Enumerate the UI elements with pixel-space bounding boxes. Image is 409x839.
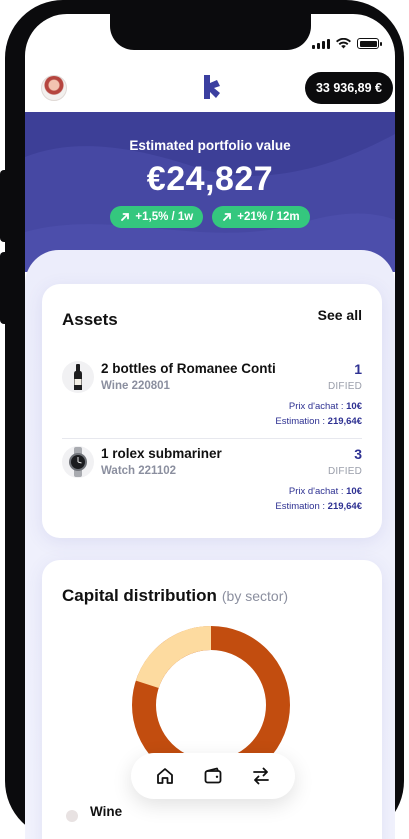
asset-row[interactable]: 1 rolex submariner Watch 221102 3 DIFIED… (62, 444, 362, 524)
brand-logo-icon (204, 75, 220, 99)
status-bar (312, 38, 382, 49)
legend-label: Wine (90, 804, 123, 819)
signal-icon (312, 38, 330, 49)
asset-unit: DIFIED (328, 381, 362, 392)
asset-name: 1 rolex submariner (101, 446, 222, 461)
top-bar: 33 936,89 € (25, 70, 395, 110)
bottom-navigation (131, 753, 295, 799)
asset-category: Wine 220801 (101, 380, 170, 392)
notch (110, 14, 311, 50)
asset-row[interactable]: 2 bottles of Romanee Conti Wine 220801 1… (62, 359, 362, 439)
performance-chips: +1,5% / 1w +21% / 12m (25, 206, 395, 228)
transfer-arrows-icon[interactable] (250, 765, 272, 787)
portfolio-hero: Estimated portfolio value €24,827 +1,5% … (25, 112, 395, 272)
divider (62, 438, 362, 439)
assets-title: Assets (62, 310, 118, 329)
asset-purchase-price: Prix d'achat : 10€ (288, 401, 362, 412)
chip-weekly-change: +1,5% / 1w (110, 206, 204, 228)
arrow-up-right-icon (121, 213, 130, 221)
volume-down-button (0, 252, 10, 324)
asset-quantity: 3 (354, 446, 362, 462)
wifi-icon (336, 38, 351, 49)
wine-bottle-icon (62, 361, 94, 393)
legend-swatch (66, 810, 78, 822)
asset-estimation: Estimation : 219,64€ (275, 416, 362, 427)
chip-label: +21% / 12m (237, 211, 300, 223)
asset-quantity: 1 (354, 361, 362, 377)
distribution-title: Capital distribution (by sector) (62, 586, 289, 605)
wallet-icon[interactable] (202, 765, 224, 787)
donut-segment-secondary (135, 626, 212, 689)
chip-yearly-change: +21% / 12m (212, 206, 310, 228)
asset-category: Watch 221102 (101, 465, 177, 477)
asset-unit: DIFIED (328, 466, 362, 477)
distribution-subtitle: (by sector) (221, 588, 289, 604)
asset-name: 2 bottles of Romanee Conti (101, 361, 276, 376)
watch-icon (62, 446, 94, 478)
assets-card: Assets See all 2 bottles of Romanee Cont… (42, 284, 382, 538)
home-icon[interactable] (154, 765, 176, 787)
arrow-up-right-icon (223, 213, 232, 221)
see-all-link[interactable]: See all (318, 307, 362, 323)
avatar[interactable] (41, 75, 67, 101)
portfolio-title: Estimated portfolio value (129, 138, 291, 153)
volume-up-button (0, 170, 10, 242)
asset-estimation: Estimation : 219,64€ (275, 501, 362, 512)
chip-label: +1,5% / 1w (135, 211, 194, 223)
portfolio-value: €24,827 (146, 160, 274, 198)
asset-purchase-price: Prix d'achat : 10€ (288, 486, 362, 497)
app-screen: 33 936,89 € Estimated portfolio value €2… (25, 14, 395, 839)
battery-icon (357, 38, 382, 49)
balance-button[interactable]: 33 936,89 € (304, 72, 393, 104)
